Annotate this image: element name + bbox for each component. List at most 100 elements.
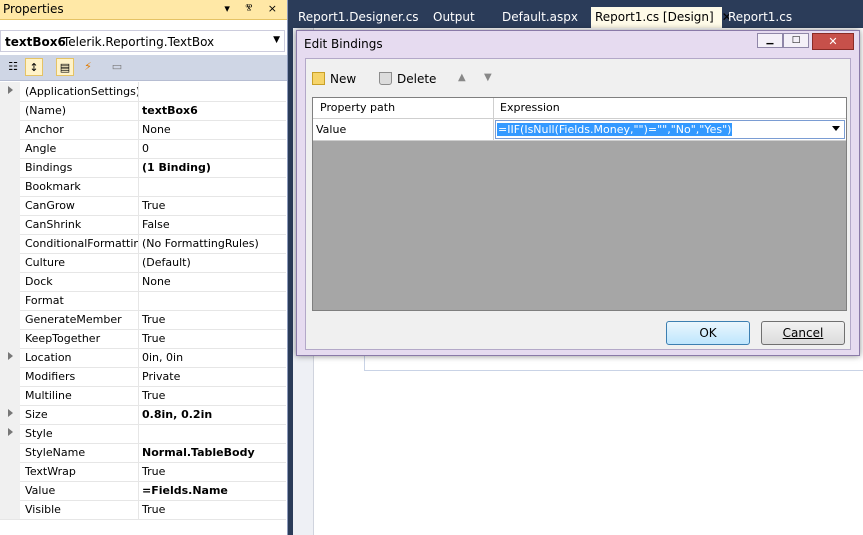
property-value[interactable]: (1 Binding) xyxy=(142,161,211,174)
property-name[interactable]: (ApplicationSettings) xyxy=(25,85,138,98)
property-value[interactable]: 0 xyxy=(142,142,149,155)
property-row[interactable]: Bindings (1 Binding) xyxy=(0,158,286,178)
minimize-icon[interactable]: ▁ xyxy=(757,33,783,48)
property-name[interactable]: Style xyxy=(25,427,138,440)
property-row[interactable]: CanGrow True xyxy=(0,196,286,216)
alphabetical-icon[interactable]: ↕ xyxy=(25,58,43,76)
tab-default-aspx[interactable]: Default.aspx xyxy=(502,10,578,24)
properties-icon[interactable]: ▤ xyxy=(56,58,74,76)
property-name[interactable]: StyleName xyxy=(25,446,138,459)
property-row[interactable]: Visible True xyxy=(0,500,286,520)
property-name[interactable]: CanGrow xyxy=(25,199,138,212)
property-value[interactable]: =Fields.Name xyxy=(142,484,228,497)
property-name[interactable]: Format xyxy=(25,294,138,307)
property-value[interactable]: (Default) xyxy=(142,256,191,269)
property-row[interactable]: Modifiers Private xyxy=(0,367,286,387)
property-row[interactable]: TextWrap True xyxy=(0,462,286,482)
property-row[interactable]: Style xyxy=(0,424,286,444)
tab-report1-designer[interactable]: Report1.Designer.cs xyxy=(298,10,419,24)
row-gutter xyxy=(0,234,20,253)
property-value[interactable]: Normal.TableBody xyxy=(142,446,255,459)
property-row[interactable]: Multiline True xyxy=(0,386,286,406)
property-row[interactable]: Dock None xyxy=(0,272,286,292)
property-value[interactable]: Private xyxy=(142,370,180,383)
chevron-down-icon[interactable]: ▼ xyxy=(273,35,280,45)
property-value[interactable]: 0.8in, 0.2in xyxy=(142,408,212,421)
property-name[interactable]: Multiline xyxy=(25,389,138,402)
property-value[interactable]: textBox6 xyxy=(142,104,198,117)
property-name[interactable]: Anchor xyxy=(25,123,138,136)
property-value[interactable]: None xyxy=(142,123,171,136)
properties-window-buttons[interactable]: ▾ ⰺ × xyxy=(224,2,283,16)
property-row[interactable]: ConditionalFormatting (No FormattingRules… xyxy=(0,234,286,254)
property-name[interactable]: (Name) xyxy=(25,104,138,117)
tab-report1-cs[interactable]: Report1.cs xyxy=(728,10,792,24)
property-name[interactable]: KeepTogether xyxy=(25,332,138,345)
property-value[interactable]: (No FormattingRules) xyxy=(142,237,259,250)
expand-icon[interactable] xyxy=(8,352,13,360)
property-value[interactable]: True xyxy=(142,199,165,212)
column-header-expression[interactable]: Expression xyxy=(500,101,560,114)
property-name[interactable]: Value xyxy=(25,484,138,497)
property-row[interactable]: Value =Fields.Name xyxy=(0,481,286,501)
property-name[interactable]: Modifiers xyxy=(25,370,138,383)
new-button[interactable]: New xyxy=(312,72,356,86)
tab-report1-design[interactable]: Report1.cs [Design] ✕ xyxy=(591,7,732,28)
property-value[interactable]: True xyxy=(142,313,165,326)
property-name[interactable]: Bindings xyxy=(25,161,138,174)
expand-icon[interactable] xyxy=(8,409,13,417)
close-button[interactable]: ✕ xyxy=(812,33,854,50)
ok-button[interactable]: OK xyxy=(666,321,750,345)
property-name[interactable]: CanShrink xyxy=(25,218,138,231)
property-value[interactable]: True xyxy=(142,503,165,516)
move-down-icon[interactable]: ▼ xyxy=(484,72,492,83)
events-icon[interactable]: ⚡ xyxy=(79,58,97,76)
property-name[interactable]: Location xyxy=(25,351,138,364)
property-value[interactable]: False xyxy=(142,218,170,231)
property-row[interactable]: Format xyxy=(0,291,286,311)
property-row[interactable]: (ApplicationSettings) xyxy=(0,82,286,102)
column-header-property-path[interactable]: Property path xyxy=(320,101,395,114)
property-path-cell[interactable]: Value xyxy=(316,123,346,136)
property-value[interactable]: True xyxy=(142,332,165,345)
property-value[interactable]: None xyxy=(142,275,171,288)
property-row[interactable]: Location 0in, 0in xyxy=(0,348,286,368)
property-name[interactable]: Visible xyxy=(25,503,138,516)
property-row[interactable]: Anchor None xyxy=(0,120,286,140)
table-row[interactable]: Value =IIF(IsNull(Fields.Money,"")="","N… xyxy=(313,119,846,141)
cancel-button[interactable]: Cancel xyxy=(761,321,845,345)
property-pages-icon[interactable]: ▭ xyxy=(108,58,126,76)
property-row[interactable]: CanShrink False xyxy=(0,215,286,235)
property-row[interactable]: KeepTogether True xyxy=(0,329,286,349)
categorized-icon[interactable]: ☷ xyxy=(4,58,22,76)
chevron-down-icon[interactable] xyxy=(832,126,840,131)
expression-field[interactable]: =IIF(IsNull(Fields.Money,"")="","No","Ye… xyxy=(495,120,845,139)
property-name[interactable]: TextWrap xyxy=(25,465,138,478)
property-name[interactable]: Bookmark xyxy=(25,180,138,193)
column-divider xyxy=(493,98,494,118)
property-row[interactable]: GenerateMember True xyxy=(0,310,286,330)
maximize-icon[interactable]: □ xyxy=(783,33,809,48)
property-value[interactable]: True xyxy=(142,389,165,402)
property-name[interactable]: ConditionalFormatting xyxy=(25,237,138,250)
property-row[interactable]: Bookmark xyxy=(0,177,286,197)
property-value[interactable]: 0in, 0in xyxy=(142,351,183,364)
object-selector[interactable]: textBox6 Telerik.Reporting.TextBox ▼ xyxy=(0,30,285,52)
property-value[interactable]: True xyxy=(142,465,165,478)
property-name[interactable]: Angle xyxy=(25,142,138,155)
property-row[interactable]: Size 0.8in, 0.2in xyxy=(0,405,286,425)
properties-title-bar: Properties ▾ ⰺ × xyxy=(0,0,287,20)
property-name[interactable]: Dock xyxy=(25,275,138,288)
delete-button[interactable]: Delete xyxy=(379,72,436,86)
property-row[interactable]: Culture (Default) xyxy=(0,253,286,273)
property-row[interactable]: (Name) textBox6 xyxy=(0,101,286,121)
property-name[interactable]: GenerateMember xyxy=(25,313,138,326)
property-row[interactable]: Angle 0 xyxy=(0,139,286,159)
property-name[interactable]: Size xyxy=(25,408,138,421)
move-up-icon[interactable]: ▲ xyxy=(458,72,466,83)
property-name[interactable]: Culture xyxy=(25,256,138,269)
tab-output[interactable]: Output xyxy=(433,10,475,24)
property-row[interactable]: StyleName Normal.TableBody xyxy=(0,443,286,463)
expand-icon[interactable] xyxy=(8,428,13,436)
expand-icon[interactable] xyxy=(8,86,13,94)
